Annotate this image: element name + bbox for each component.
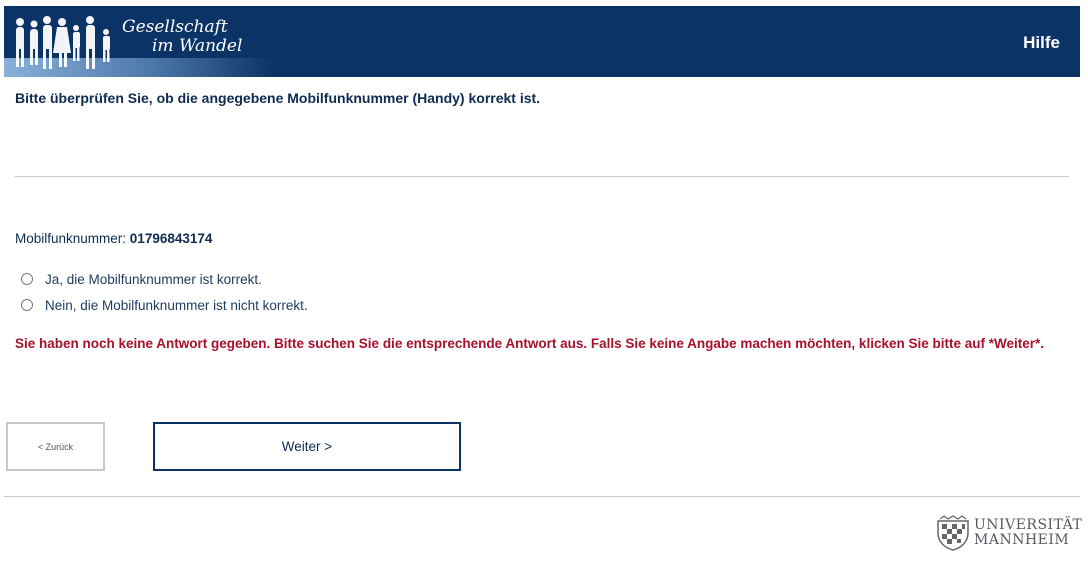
logo-title: Gesellschaft im Wandel bbox=[122, 18, 272, 56]
mobile-number-label: Mobilfunknummer: bbox=[15, 231, 130, 246]
error-message: Sie haben noch keine Antwort gegeben. Bi… bbox=[15, 336, 1044, 351]
university-name-line2: MANNHEIM bbox=[974, 532, 1070, 548]
university-name-line1: UNIVERSITÄT bbox=[974, 517, 1083, 533]
footer-divider bbox=[4, 496, 1080, 497]
divider bbox=[15, 176, 1069, 177]
university-mannheim-logo: UNIVERSITÄT MANNHEIM bbox=[936, 513, 1082, 553]
back-button[interactable]: < Zurück bbox=[6, 422, 105, 471]
logo-title-line2: im Wandel bbox=[152, 36, 243, 56]
university-crest-icon bbox=[937, 515, 969, 551]
header-bar: Gesellschaft im Wandel Hilfe bbox=[4, 6, 1080, 77]
help-link[interactable]: Hilfe bbox=[1023, 33, 1060, 53]
option-no-label: Nein, die Mobilfunknummer ist nicht korr… bbox=[45, 297, 308, 313]
question-text: Bitte überprüfen Sie, ob die angegebene … bbox=[15, 90, 541, 106]
mobile-number-display: Mobilfunknummer: 01796843174 bbox=[15, 231, 212, 246]
radio-button-no[interactable] bbox=[21, 299, 33, 311]
mobile-number-value: 01796843174 bbox=[129, 231, 213, 246]
radio-button-yes[interactable] bbox=[21, 273, 33, 285]
option-yes[interactable]: Ja, die Mobilfunknummer ist korrekt. bbox=[21, 270, 262, 288]
university-name: UNIVERSITÄT MANNHEIM bbox=[974, 518, 1082, 548]
people-silhouettes-icon bbox=[16, 16, 110, 69]
logo-title-line1: Gesellschaft bbox=[122, 17, 228, 37]
next-button[interactable]: Weiter > bbox=[153, 422, 461, 471]
option-no[interactable]: Nein, die Mobilfunknummer ist nicht korr… bbox=[21, 296, 308, 314]
gesellschaft-im-wandel-logo: Gesellschaft im Wandel bbox=[4, 6, 274, 77]
option-yes-label: Ja, die Mobilfunknummer ist korrekt. bbox=[45, 271, 262, 287]
